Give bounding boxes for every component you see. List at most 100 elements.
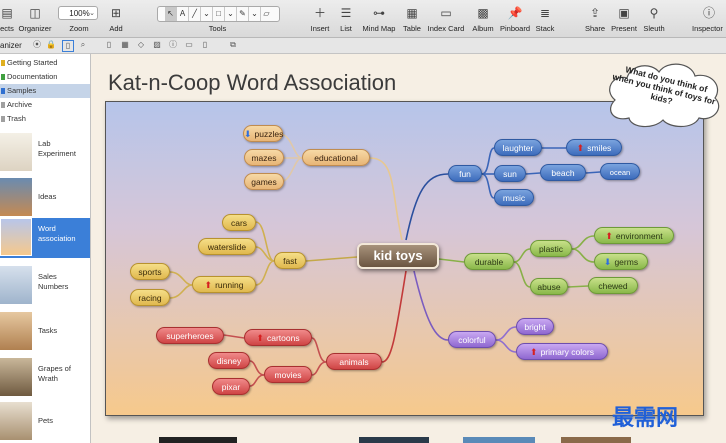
tools-segmented[interactable]: ↖ A ╱ ⌄ □ ⌄ ✎ ⌄ ▱ <box>157 6 280 22</box>
pen-tool-icon[interactable]: ✎ <box>237 7 249 21</box>
add-button[interactable]: ⊞ Add <box>104 0 128 37</box>
node-environment[interactable]: ⬆ environment <box>594 227 674 244</box>
node-running[interactable]: ⬆ running <box>192 276 256 293</box>
note-icon[interactable]: ▭ <box>184 40 194 50</box>
node-pixar[interactable]: pixar <box>212 378 250 395</box>
sleuth-button[interactable]: ⚲ Sleuth <box>640 0 668 37</box>
document-pets[interactable]: Pets <box>0 402 90 442</box>
node-smiles[interactable]: ⬆ smiles <box>566 139 622 156</box>
arrow-up-icon: ⬆ <box>204 280 213 290</box>
index-card-button[interactable]: ▭ Index Card <box>425 0 467 37</box>
node-sun[interactable]: sun <box>494 165 526 182</box>
node-chewed[interactable]: chewed <box>588 277 638 294</box>
shape-tool-icon[interactable]: □ <box>213 7 225 21</box>
grid-icon[interactable]: ▦ <box>120 40 130 50</box>
sidebar-toggle-icon[interactable]: ▯ <box>62 40 74 52</box>
node-plastic[interactable]: plastic <box>530 240 572 257</box>
search-icon[interactable]: ⌕ <box>78 40 88 50</box>
node-beach[interactable]: beach <box>540 164 586 181</box>
note-tool-icon[interactable]: ▱ <box>261 7 272 21</box>
node-puzzles[interactable]: ⬇ puzzles <box>243 125 283 142</box>
pointer-tool-icon[interactable]: ↖ <box>165 7 177 21</box>
node-games[interactable]: games <box>244 173 284 190</box>
node-colorful[interactable]: colorful <box>448 331 496 348</box>
node-waterslide[interactable]: waterslide <box>198 238 256 255</box>
present-button[interactable]: ▣ Present <box>609 0 639 37</box>
table-button[interactable]: ▦ Table <box>400 0 424 37</box>
sidebar-item-documentation[interactable]: Documentation <box>0 70 90 84</box>
list-label: List <box>340 24 352 33</box>
node-center-kid-toys[interactable]: kid toys <box>357 243 439 269</box>
share-label: Share <box>584 24 605 33</box>
node-primary-colors[interactable]: ⬆ primary colors <box>516 343 608 360</box>
share-button[interactable]: ⇪ Share <box>582 0 608 37</box>
stack-button[interactable]: ≣ Stack <box>533 0 557 37</box>
node-abuse[interactable]: abuse <box>530 278 568 295</box>
broadcast-icon[interactable]: ⦿ <box>32 40 42 50</box>
inspector-button[interactable]: ⓘ Inspector <box>692 0 726 37</box>
node-mazes[interactable]: mazes <box>244 149 284 166</box>
present-icon: ▣ <box>618 6 630 20</box>
zoom-select[interactable]: 100% ⌄ <box>58 6 98 20</box>
shape-menu-icon[interactable]: ⌄ <box>225 7 237 21</box>
pinboard-button[interactable]: 📌 Pinboard <box>497 0 533 37</box>
bottom-thumbnail[interactable] <box>359 437 429 443</box>
node-label: chewed <box>598 281 628 291</box>
album-button[interactable]: ▩ Album <box>468 0 498 37</box>
sidebar-item-getting-started[interactable]: Getting Started <box>0 56 90 70</box>
node-music[interactable]: music <box>494 189 534 206</box>
mindmap-button[interactable]: ⊶ Mind Map <box>359 0 399 37</box>
node-cars[interactable]: cars <box>222 214 256 231</box>
line-tool-icon[interactable]: ╱ <box>189 7 201 21</box>
node-educational[interactable]: educational <box>302 149 370 166</box>
image-icon[interactable]: ▨ <box>152 40 162 50</box>
text-tool-icon[interactable]: A <box>177 7 189 21</box>
node-laughter[interactable]: laughter <box>494 139 542 156</box>
node-sports[interactable]: sports <box>130 263 170 280</box>
document-label: Word association <box>38 224 76 243</box>
bottom-thumbnail[interactable] <box>561 437 631 443</box>
node-movies[interactable]: movies <box>264 366 312 383</box>
organizer-tab[interactable]: anizer <box>0 38 22 53</box>
node-ocean[interactable]: ocean <box>600 163 640 180</box>
bottom-thumbnail[interactable] <box>463 437 535 443</box>
lock-icon[interactable]: 🔒 <box>46 40 56 50</box>
node-racing[interactable]: racing <box>130 289 170 306</box>
tag-icon[interactable]: ◇ <box>136 40 146 50</box>
node-label: superheroes <box>166 331 214 341</box>
node-label: pixar <box>221 382 241 392</box>
bottom-thumbnail[interactable] <box>159 437 237 443</box>
sidebar-item-samples[interactable]: Samples <box>0 84 90 98</box>
organizer-button[interactable]: ◫ Organizer <box>16 0 54 37</box>
document-word-association[interactable]: Word association <box>0 218 90 258</box>
node-fast[interactable]: fast <box>274 252 306 269</box>
page-icon[interactable]: ▯ <box>104 40 114 50</box>
info-icon[interactable]: ⓘ <box>168 40 178 50</box>
node-durable[interactable]: durable <box>464 253 514 270</box>
sidebar-item-trash[interactable]: Trash <box>0 112 90 126</box>
node-germs[interactable]: ⬇ germs <box>594 253 648 270</box>
mindmap-canvas[interactable]: ⬇ puzzles mazes games educational cars wa… <box>105 101 704 416</box>
document-lab-experiment[interactable]: Lab Experiment <box>0 133 90 173</box>
zoom-control[interactable]: 100% ⌄ Zoom <box>56 0 102 37</box>
node-animals[interactable]: animals <box>326 353 382 370</box>
sidebar-item-archive[interactable]: Archive <box>0 98 90 112</box>
page-title[interactable]: Kat-n-Coop Word Association <box>108 70 396 96</box>
node-disney[interactable]: disney <box>208 352 250 369</box>
document-ideas[interactable]: Ideas <box>0 178 90 218</box>
node-superheroes[interactable]: superheroes <box>156 327 224 344</box>
document-sales-numbers[interactable]: Sales Numbers <box>0 266 90 306</box>
document-grapes-of-wrath[interactable]: Grapes of Wrath <box>0 358 90 398</box>
pen-menu-icon[interactable]: ⌄ <box>249 7 261 21</box>
node-fun[interactable]: fun <box>448 165 482 182</box>
node-cartoons[interactable]: ⬆ cartoons <box>244 329 312 346</box>
line-menu-icon[interactable]: ⌄ <box>201 7 213 21</box>
node-bright[interactable]: bright <box>516 318 554 335</box>
list-button[interactable]: ☰ List <box>335 0 357 37</box>
insert-button[interactable]: ＋ Insert <box>308 0 332 37</box>
document-tasks[interactable]: Tasks <box>0 312 90 352</box>
projects-button[interactable]: ▤ ects <box>0 0 14 37</box>
copy-icon[interactable]: ⧉ <box>228 40 238 50</box>
document-icon[interactable]: ▯ <box>200 40 210 50</box>
arrow-up-icon: ⬆ <box>605 231 613 241</box>
